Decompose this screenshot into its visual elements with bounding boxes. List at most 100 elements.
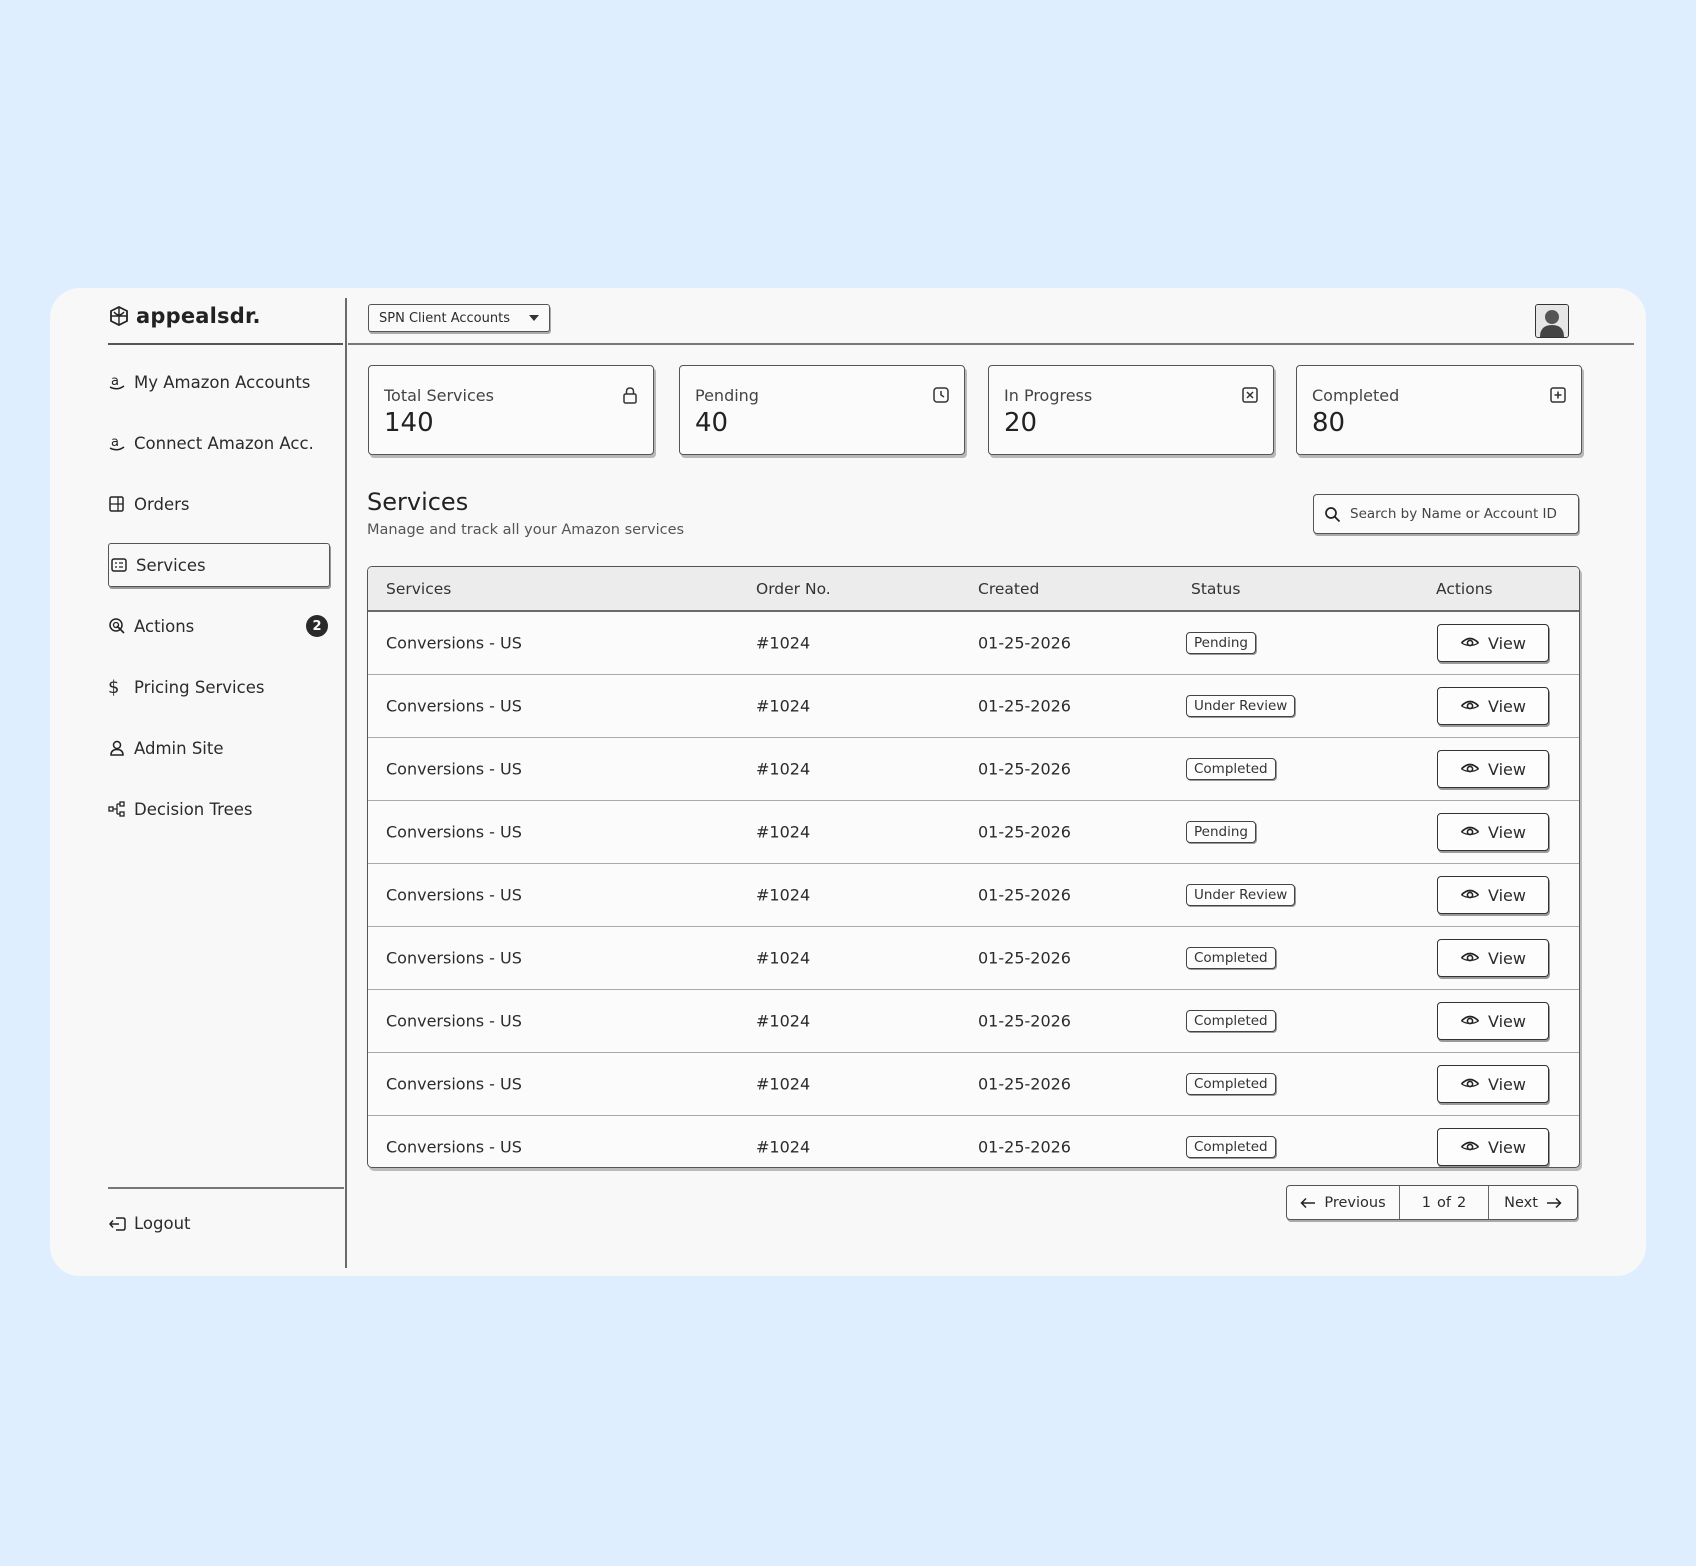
sidebar-item-label: Services [136, 555, 206, 575]
table-header: Services Order No. Created Status Action… [368, 567, 1579, 612]
view-label: View [1488, 885, 1526, 905]
stat-card-pending: Pending 40 [679, 365, 965, 455]
view-button[interactable]: View [1437, 1002, 1549, 1040]
page-of-label: of [1437, 1194, 1451, 1211]
sidebar-item-label: Orders [134, 494, 190, 514]
avatar-icon [1536, 305, 1568, 337]
svg-text:a: a [111, 374, 119, 389]
sidebar-item-connect-amazon[interactable]: a Connect Amazon Acc. [108, 421, 330, 465]
services-icon [109, 556, 136, 574]
eye-icon [1460, 1015, 1480, 1025]
brand-logo[interactable]: appealsdr. [108, 304, 261, 328]
user-icon [108, 739, 134, 757]
view-button[interactable]: View [1437, 876, 1549, 914]
table-row: Conversions - US #1024 01-25-2026 Under Rev… [368, 864, 1579, 927]
eye-icon [1460, 889, 1480, 899]
sidebar-item-services[interactable]: Services [108, 543, 330, 587]
logout-icon [109, 1216, 126, 1231]
view-label: View [1488, 633, 1526, 653]
view-label: View [1488, 1074, 1526, 1094]
column-header-actions: Actions [1436, 579, 1493, 598]
service-name: Conversions - US [386, 696, 522, 716]
view-button[interactable]: View [1437, 750, 1549, 788]
view-button[interactable]: View [1437, 813, 1549, 851]
order-number: #1024 [756, 1011, 811, 1031]
search-input[interactable] [1348, 505, 1567, 523]
sidebar-item-actions[interactable]: Actions 2 [108, 604, 330, 648]
actions-cell: View [1437, 813, 1549, 851]
view-label: View [1488, 1011, 1526, 1031]
logout-button[interactable]: Logout [108, 1214, 191, 1233]
stat-value: 80 [1312, 408, 1346, 438]
topbar-divider [348, 343, 1634, 345]
view-button[interactable]: View [1437, 687, 1549, 725]
eye-icon [1460, 1141, 1480, 1151]
previous-label: Previous [1324, 1194, 1386, 1211]
view-label: View [1488, 1137, 1526, 1157]
chevron-down-icon [529, 315, 539, 321]
view-button[interactable]: View [1437, 1065, 1549, 1103]
actions-cell: View [1437, 1002, 1549, 1040]
view-button[interactable]: View [1437, 939, 1549, 977]
service-name: Conversions - US [386, 822, 522, 842]
status-badge: Completed [1186, 1010, 1276, 1032]
sidebar-item-orders[interactable]: Orders [108, 482, 330, 526]
eye-icon [1460, 637, 1480, 647]
view-button[interactable]: View [1437, 624, 1549, 662]
clock-icon [932, 386, 950, 408]
sidebar-item-label: Decision Trees [134, 799, 253, 819]
table-row: Conversions - US #1024 01-25-2026 Completed… [368, 738, 1579, 801]
service-name: Conversions - US [386, 948, 522, 968]
arrow-right-icon [1546, 1197, 1562, 1208]
amazon-icon: a [108, 373, 134, 391]
sidebar-item-decision-trees[interactable]: Decision Trees [108, 787, 330, 831]
eye-icon [1460, 826, 1480, 836]
search-icon [1325, 506, 1341, 522]
svg-text:a: a [111, 435, 119, 450]
order-number: #1024 [756, 822, 811, 842]
sidebar-item-my-amazon-accounts[interactable]: a My Amazon Accounts [108, 360, 330, 404]
search-box[interactable] [1313, 494, 1579, 534]
next-page-button[interactable]: Next [1489, 1186, 1577, 1219]
eye-icon [1460, 763, 1480, 773]
service-name: Conversions - US [386, 885, 522, 905]
created-date: 01-25-2026 [978, 1074, 1071, 1094]
account-select-value: SPN Client Accounts [379, 310, 510, 326]
amazon-icon: a [108, 434, 134, 452]
sidebar-item-label: Actions [134, 616, 195, 636]
account-select[interactable]: SPN Client Accounts [368, 304, 550, 332]
table-row: Conversions - US #1024 01-25-2026 Completed… [368, 1116, 1579, 1167]
avatar[interactable] [1535, 304, 1569, 338]
stat-label: In Progress [1004, 386, 1093, 405]
view-button[interactable]: View [1437, 1128, 1549, 1166]
actions-count-badge: 2 [306, 615, 328, 637]
pagination: Previous 1 of 2 Next [1286, 1185, 1578, 1220]
status-badge: Completed [1186, 1136, 1276, 1158]
status-cell: Under Review [1186, 695, 1296, 717]
eye-icon [1460, 952, 1480, 962]
eye-icon [1460, 1078, 1480, 1088]
app-window: appealsdr. a My Amazon Accounts a Connec… [50, 288, 1646, 1276]
view-label: View [1488, 822, 1526, 842]
next-label: Next [1504, 1194, 1538, 1211]
stat-card-completed: Completed 80 [1296, 365, 1582, 455]
status-badge: Under Review [1186, 884, 1296, 906]
previous-page-button[interactable]: Previous [1287, 1186, 1400, 1219]
current-page: 1 [1421, 1194, 1431, 1211]
column-header-services: Services [386, 579, 452, 598]
table-row: Conversions - US #1024 01-25-2026 Completed… [368, 1053, 1579, 1116]
sidebar-bottom-divider [108, 1187, 344, 1189]
arrow-left-icon [1300, 1197, 1316, 1208]
status-cell: Pending [1186, 821, 1256, 843]
view-label: View [1488, 948, 1526, 968]
service-name: Conversions - US [386, 1011, 522, 1031]
stat-label: Pending [695, 386, 759, 405]
status-cell: Pending [1186, 632, 1256, 654]
order-number: #1024 [756, 1137, 811, 1157]
sidebar-item-pricing-services[interactable]: $ Pricing Services [108, 665, 330, 709]
status-cell: Under Review [1186, 884, 1296, 906]
view-label: View [1488, 696, 1526, 716]
column-header-status: Status [1191, 579, 1241, 598]
stat-label: Completed [1312, 386, 1400, 405]
sidebar-item-admin-site[interactable]: Admin Site [108, 726, 330, 770]
